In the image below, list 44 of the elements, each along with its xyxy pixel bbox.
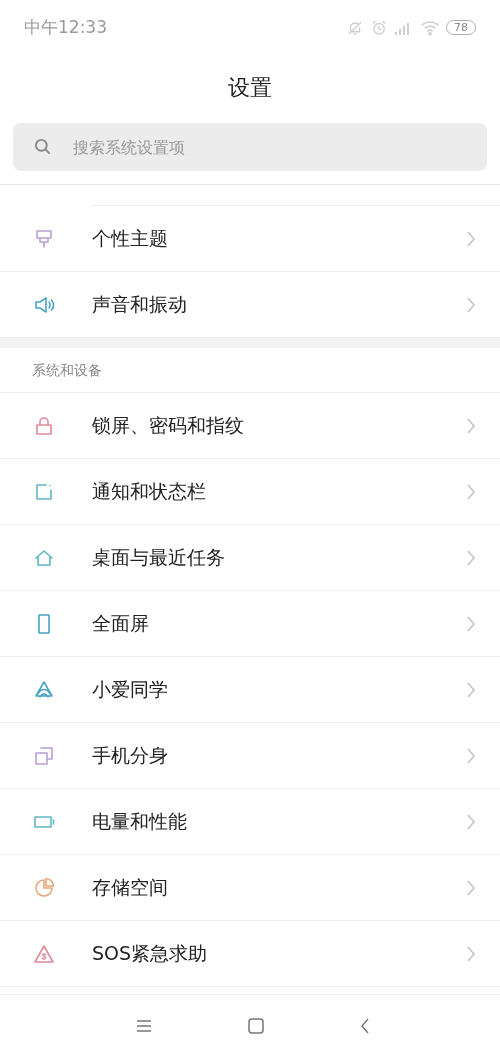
page-title: 设置 xyxy=(227,74,273,102)
chevron-icon xyxy=(466,548,476,567)
chevron-icon xyxy=(466,812,476,831)
search-bar[interactable]: 搜索系统设置项 xyxy=(13,123,487,171)
chevron-icon xyxy=(466,295,476,314)
wifi-icon xyxy=(420,19,440,36)
item-label: 桌面与最近任务 xyxy=(92,544,226,570)
chevron-icon xyxy=(466,229,476,248)
item-label: 小爱同学 xyxy=(92,676,169,702)
search-icon xyxy=(33,137,53,157)
chevron-icon xyxy=(466,416,476,435)
item-label: 手机分身 xyxy=(92,742,169,768)
home-button-icon[interactable] xyxy=(248,1018,264,1034)
chevron-icon xyxy=(466,746,476,765)
item-label: 个性主题 xyxy=(92,225,169,251)
chevron-icon xyxy=(466,482,476,501)
item-label: 全面屏 xyxy=(92,610,150,636)
settings-item[interactable]: 存储空间 xyxy=(0,855,500,921)
item-label: 存储空间 xyxy=(92,874,169,900)
chevron-icon xyxy=(466,944,476,963)
item-label: 锁屏、密码和指纹 xyxy=(92,412,245,438)
settings-item[interactable]: 锁屏、密码和指纹 xyxy=(0,393,500,459)
alarm-icon xyxy=(370,18,388,37)
settings-item[interactable]: 小爱同学 xyxy=(0,657,500,723)
chevron-icon xyxy=(466,614,476,633)
settings-item[interactable]: 通知和状态栏 xyxy=(0,459,500,525)
settings-item[interactable]: 全面屏 xyxy=(0,591,500,657)
item-label: 声音和振动 xyxy=(92,291,188,317)
menu-icon[interactable] xyxy=(136,1019,152,1033)
item-label: SOS紧急求助 xyxy=(92,940,209,966)
section-title: 系统和设备 xyxy=(0,348,500,393)
chevron-icon xyxy=(466,680,476,699)
settings-item[interactable]: 电量和性能 xyxy=(0,789,500,855)
settings-item[interactable]: 桌面与最近任务 xyxy=(0,525,500,591)
status-time: 中午12:33 xyxy=(24,16,107,39)
back-icon[interactable] xyxy=(360,1018,370,1034)
settings-item[interactable]: SOS紧急求助 xyxy=(0,921,500,987)
settings-item[interactable]: 个性主题 xyxy=(0,206,500,272)
item-label: 电量和性能 xyxy=(92,808,188,834)
item-label: 通知和状态栏 xyxy=(92,478,207,504)
chevron-icon xyxy=(466,878,476,897)
search-input[interactable]: 搜索系统设置项 xyxy=(71,136,467,158)
pie-icon xyxy=(32,875,56,900)
settings-item[interactable]: 手机分身 xyxy=(0,723,500,789)
